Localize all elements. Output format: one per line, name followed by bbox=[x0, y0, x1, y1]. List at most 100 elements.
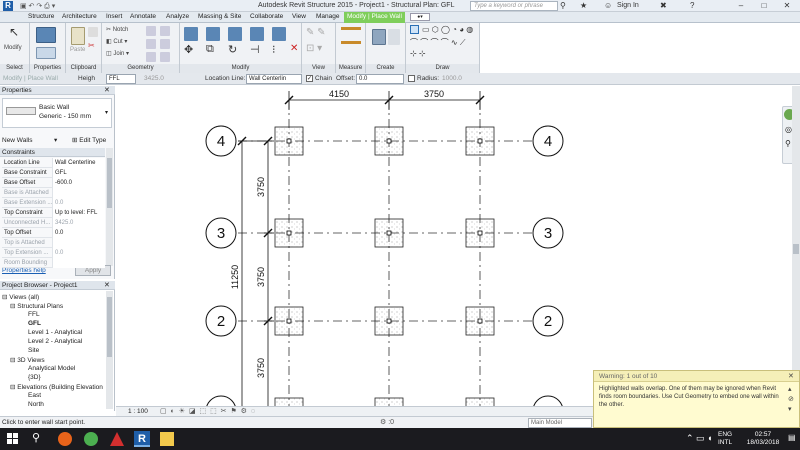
ribbon-toggle-icon[interactable]: ●▾ bbox=[410, 13, 430, 21]
windows-start-icon[interactable] bbox=[7, 433, 19, 445]
property-row[interactable]: Base is Attached bbox=[2, 188, 105, 198]
property-row[interactable]: Top is Attached bbox=[2, 238, 105, 248]
dimension-text-top[interactable]: 4150 bbox=[329, 89, 349, 99]
type-selector[interactable]: Basic Wall Generic - 150 mm ▾ bbox=[2, 98, 112, 128]
close-icon[interactable]: ✕ bbox=[788, 372, 794, 380]
column[interactable] bbox=[386, 138, 392, 144]
align-icon[interactable] bbox=[184, 27, 198, 41]
edit-type-button[interactable]: ⊞ Edit Type bbox=[72, 136, 106, 146]
array-icon[interactable]: ⁝ bbox=[272, 43, 276, 56]
tree-item-structural-plans[interactable]: ⊟ Structural Plans bbox=[10, 302, 63, 310]
app-icon[interactable] bbox=[84, 432, 98, 446]
notch-button[interactable]: ✂ Notch bbox=[106, 26, 128, 33]
location-line-select[interactable]: Wall Centerlin bbox=[246, 74, 302, 84]
design-options-select[interactable]: Main Model bbox=[528, 418, 592, 428]
tree-item-gfl[interactable]: GFL bbox=[28, 320, 41, 327]
property-value[interactable]: Up to level: FFL bbox=[52, 208, 105, 218]
delete-icon[interactable]: ✕ bbox=[290, 43, 298, 54]
tab-view[interactable]: View bbox=[292, 13, 306, 20]
view-tool-icon[interactable]: ✎ ✎ bbox=[306, 27, 326, 38]
column[interactable] bbox=[477, 230, 483, 236]
property-row[interactable]: Base Extension ... 0.0 bbox=[2, 198, 105, 208]
help-icon[interactable]: ? bbox=[690, 1, 694, 10]
cut-button[interactable]: ◧ Cut ▾ bbox=[106, 38, 127, 45]
properties-icon[interactable] bbox=[36, 27, 56, 43]
tree-item-east[interactable]: East bbox=[28, 392, 41, 399]
create-similar-icon[interactable] bbox=[388, 29, 400, 45]
minimize-icon[interactable]: – bbox=[730, 0, 752, 12]
move-icon[interactable]: ✥ bbox=[184, 43, 193, 56]
tab-insert[interactable]: Insert bbox=[106, 13, 122, 20]
property-row[interactable]: Location Line Wall Centerline bbox=[2, 158, 105, 168]
split-icon[interactable] bbox=[272, 27, 286, 41]
offset-icon[interactable] bbox=[206, 27, 220, 41]
sign-in-button[interactable]: Sign In bbox=[617, 2, 639, 9]
view-tool-icon[interactable]: ⊡ ▾ bbox=[306, 43, 322, 54]
offset-field[interactable]: 0.0 bbox=[356, 74, 404, 84]
tab-architecture[interactable]: Architecture bbox=[62, 13, 97, 20]
tree-item-level1-analytical[interactable]: Level 1 - Analytical bbox=[28, 329, 82, 336]
dimension-text-top[interactable]: 3750 bbox=[424, 89, 444, 99]
column[interactable] bbox=[477, 138, 483, 144]
property-row[interactable]: Top Offset 0.0 bbox=[2, 228, 105, 238]
dimension-top[interactable] bbox=[284, 91, 485, 110]
copy-icon[interactable]: ⧉ bbox=[206, 43, 214, 56]
column[interactable] bbox=[386, 230, 392, 236]
column[interactable] bbox=[286, 318, 292, 324]
zoom-icon[interactable]: ⚲ bbox=[785, 139, 791, 148]
subscription-icon[interactable]: ★ bbox=[580, 1, 587, 10]
properties-help-link[interactable]: Properties help bbox=[2, 267, 46, 274]
geometry-tool-icon[interactable] bbox=[160, 26, 170, 36]
canvas-scrollbar[interactable] bbox=[792, 86, 800, 406]
draw-arcs-row[interactable]: ⌒ ⌒ ⌒ ⌒ ∿ ⟋ bbox=[410, 37, 465, 48]
tree-item-site[interactable]: Site bbox=[28, 347, 39, 354]
property-value[interactable]: 0.0 bbox=[52, 228, 105, 238]
radius-checkbox[interactable] bbox=[408, 75, 415, 82]
search-input[interactable]: Type a keyword or phrase bbox=[470, 1, 558, 11]
column[interactable] bbox=[477, 318, 483, 324]
create-group-icon[interactable] bbox=[372, 29, 386, 45]
draw-pick-row[interactable]: ⊹ ⊹ bbox=[410, 49, 426, 58]
quick-access-toolbar[interactable]: ▣ ↶ ↷ ⎙ ▾ bbox=[20, 2, 55, 11]
property-value[interactable]: GFL bbox=[52, 168, 105, 178]
type-properties-icon[interactable] bbox=[36, 47, 56, 59]
property-row[interactable]: Base Offset -600.0 bbox=[2, 178, 105, 188]
tree-item-level2-analytical[interactable]: Level 2 - Analytical bbox=[28, 338, 82, 345]
property-row[interactable]: Base Constraint GFL bbox=[2, 168, 105, 178]
trim-icon[interactable]: ⊣ bbox=[250, 43, 260, 56]
property-row[interactable]: Room Bounding bbox=[2, 258, 105, 268]
exchange-icon[interactable]: ✖ bbox=[660, 1, 667, 10]
tab-structure[interactable]: Structure bbox=[28, 13, 54, 20]
revit-logo-icon[interactable]: R bbox=[3, 1, 13, 11]
search-icon[interactable]: ⚲ bbox=[560, 1, 566, 10]
tree-item-3d[interactable]: {3D} bbox=[28, 374, 41, 381]
tree-item-views-all[interactable]: ⊟ Views (all) bbox=[2, 293, 39, 301]
panel-label-select[interactable]: Select bbox=[0, 64, 29, 73]
maximize-icon[interactable]: □ bbox=[753, 0, 775, 12]
cursor-arrow-icon[interactable]: ↖ bbox=[9, 25, 19, 39]
tab-collaborate[interactable]: Collaborate bbox=[250, 13, 283, 20]
property-row[interactable]: Top Extension ... 0.0 bbox=[2, 248, 105, 258]
tree-item-analytical-model[interactable]: Analytical Model bbox=[28, 365, 75, 372]
column[interactable] bbox=[386, 318, 392, 324]
radius-field[interactable]: 1000.0 bbox=[442, 75, 462, 82]
tab-analyze[interactable]: Analyze bbox=[166, 13, 189, 20]
dimension-text-left[interactable]: 3750 bbox=[256, 177, 266, 197]
file-explorer-icon[interactable] bbox=[160, 432, 174, 446]
column[interactable] bbox=[286, 138, 292, 144]
tab-annotate[interactable]: Annotate bbox=[130, 13, 156, 20]
search-icon[interactable]: ⚲ bbox=[32, 431, 40, 444]
geometry-tool-icon[interactable] bbox=[160, 52, 170, 62]
worksets-icon[interactable]: ⚙ :0 bbox=[380, 418, 394, 426]
close-icon[interactable]: ✕ bbox=[104, 86, 110, 94]
geometry-tool-icon[interactable] bbox=[146, 26, 156, 36]
autocad-icon[interactable] bbox=[110, 432, 124, 446]
column[interactable] bbox=[286, 230, 292, 236]
view-scale[interactable]: 1 : 100 bbox=[128, 408, 148, 415]
notifications-icon[interactable]: ▤ bbox=[788, 433, 796, 442]
properties-scrollbar[interactable] bbox=[106, 148, 113, 266]
copy-clipboard-icon[interactable] bbox=[88, 27, 98, 37]
warning-nav-icons[interactable]: ▴ ⊘ ▾ bbox=[788, 385, 794, 415]
revit-icon[interactable]: R bbox=[134, 431, 150, 447]
steering-wheel-icon[interactable]: ◎ bbox=[785, 125, 792, 134]
